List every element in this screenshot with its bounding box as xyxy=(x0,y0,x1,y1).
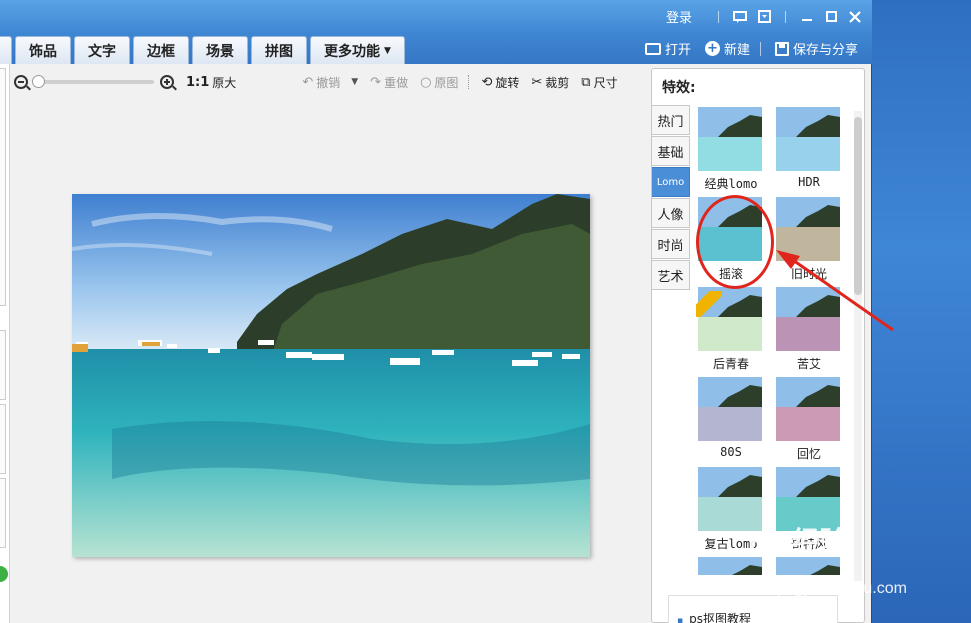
effect-label: HDR xyxy=(798,175,820,189)
effects-scrollbar[interactable] xyxy=(854,111,862,581)
annotation-circle xyxy=(696,195,774,289)
effect-preview-image xyxy=(776,377,840,441)
tab-scene[interactable]: 场景 xyxy=(192,36,248,64)
watermark-url: jingyan.baidu.com xyxy=(778,580,907,597)
effects-grid: 经典lomo HDR 摇滚 旧时光 后青春 苦艾 80S 回忆 复古lomo 哥特风 xyxy=(696,105,852,575)
effect-preview-image xyxy=(776,197,840,261)
crop-button[interactable]: ✂ 裁剪 xyxy=(531,74,569,91)
category-tab[interactable]: 热门 xyxy=(652,105,690,135)
effect-thumbnail[interactable]: HDR xyxy=(776,107,842,189)
effect-label: 80S xyxy=(720,445,742,459)
resize-icon: ⧉ xyxy=(581,74,591,90)
folder-icon xyxy=(644,42,661,55)
category-tab[interactable]: 时尚 xyxy=(652,229,690,259)
chevron-down-icon[interactable]: ▼ xyxy=(351,77,358,87)
zoom-slider-handle[interactable] xyxy=(32,75,45,88)
save-icon xyxy=(774,41,789,56)
effect-thumbnail[interactable]: 回忆 xyxy=(776,377,842,462)
chevron-down-icon: ▼ xyxy=(384,45,391,56)
zoom-out-icon[interactable] xyxy=(14,75,28,89)
title-controls: 登录 xyxy=(666,7,864,26)
desktop-background xyxy=(872,0,971,623)
effect-thumbnail[interactable]: 苦艾 xyxy=(776,287,842,372)
tab-cosmetics[interactable]: 容 xyxy=(0,36,12,64)
vip-badge xyxy=(696,291,722,317)
main-tab-bar: 容 饰品 文字 边框 场景 拼图 更多功能▼ 打开 + 新建 保存与分享 xyxy=(0,34,872,64)
category-tab[interactable]: 人像 xyxy=(652,198,690,228)
rotate-icon: ⟲ xyxy=(481,74,493,90)
tab-accessories[interactable]: 饰品 xyxy=(15,36,71,64)
feature-tabs: 容 饰品 文字 边框 场景 拼图 更多功能▼ xyxy=(0,36,405,64)
effect-label: 回忆 xyxy=(796,447,821,461)
effect-preview-image xyxy=(776,107,840,171)
effect-label: 苦艾 xyxy=(796,357,821,371)
tab-collage[interactable]: 拼图 xyxy=(251,36,307,64)
tutorial-link[interactable]: ps抠图教程 xyxy=(677,610,751,623)
undo-button[interactable]: ↶ 撤销 ▼ xyxy=(302,74,358,91)
effect-label: 旧时光 xyxy=(790,267,827,281)
original-image-button[interactable]: ○ 原图 xyxy=(420,74,458,91)
left-panel-edge xyxy=(0,64,10,623)
category-tab[interactable]: 基础 xyxy=(652,136,690,166)
edit-toolbar: 1:1 原大 ↶ 撤销 ▼ ↷ 重做 ○ 原图 ⟲ 旋转 ✂ 裁剪 ⧉ 尺寸 xyxy=(14,66,644,98)
tab-border[interactable]: 边框 xyxy=(133,36,189,64)
photo-beach-islands[interactable] xyxy=(72,194,590,557)
close-icon[interactable] xyxy=(846,8,864,26)
login-link[interactable]: 登录 xyxy=(666,7,692,26)
app-window: 登录 容 饰品 文字 边框 场景 拼图 更多功能▼ xyxy=(0,0,907,623)
effect-preview-image xyxy=(776,287,840,351)
effect-preview-image xyxy=(698,377,762,441)
zoom-slider[interactable] xyxy=(32,75,154,88)
undo-icon: ↶ xyxy=(302,74,314,90)
rotate-button[interactable]: ⟲ 旋转 xyxy=(481,74,519,91)
editing-canvas xyxy=(10,98,646,623)
effect-preview-image xyxy=(698,107,762,171)
tab-more-features[interactable]: 更多功能 ▼ xyxy=(310,36,405,64)
effect-categories: 热门 基础 Lomo 人像 时尚 艺术 xyxy=(652,105,690,291)
watermark-logo: Bai经验 xyxy=(748,526,848,557)
minimize-icon[interactable] xyxy=(798,8,816,26)
title-bar: 登录 xyxy=(0,0,872,34)
open-button[interactable]: 打开 xyxy=(644,39,691,58)
feedback-icon[interactable] xyxy=(731,8,749,26)
menu-icon[interactable] xyxy=(755,8,773,26)
tutorial-link-box: ps抠图教程 xyxy=(668,595,838,623)
effect-label: 经典lomo xyxy=(704,177,758,191)
effect-thumbnail[interactable]: 经典lomo xyxy=(698,107,764,192)
save-share-button[interactable]: 保存与分享 xyxy=(774,39,858,58)
effect-thumbnail[interactable]: 旧时光 xyxy=(776,197,842,282)
redo-icon: ↷ xyxy=(370,74,382,90)
category-tab[interactable]: 艺术 xyxy=(652,260,690,290)
category-tab[interactable]: Lomo xyxy=(652,167,690,197)
circle-icon: ○ xyxy=(420,74,432,90)
actual-size-button[interactable]: 1:1 原大 xyxy=(186,74,236,91)
file-actions: 打开 + 新建 保存与分享 xyxy=(631,39,858,58)
resize-button[interactable]: ⧉ 尺寸 xyxy=(581,74,617,91)
panel-title: 特效: xyxy=(662,80,696,96)
maximize-icon[interactable] xyxy=(822,8,840,26)
plus-icon: + xyxy=(704,41,720,56)
new-button[interactable]: + 新建 xyxy=(704,39,750,58)
effect-thumbnail[interactable]: 80S xyxy=(698,377,764,459)
redo-button[interactable]: ↷ 重做 xyxy=(370,74,408,91)
tab-text[interactable]: 文字 xyxy=(74,36,130,64)
effect-label: 后青春 xyxy=(712,357,749,371)
scissors-icon: ✂ xyxy=(531,74,543,90)
zoom-in-icon[interactable] xyxy=(160,75,174,89)
